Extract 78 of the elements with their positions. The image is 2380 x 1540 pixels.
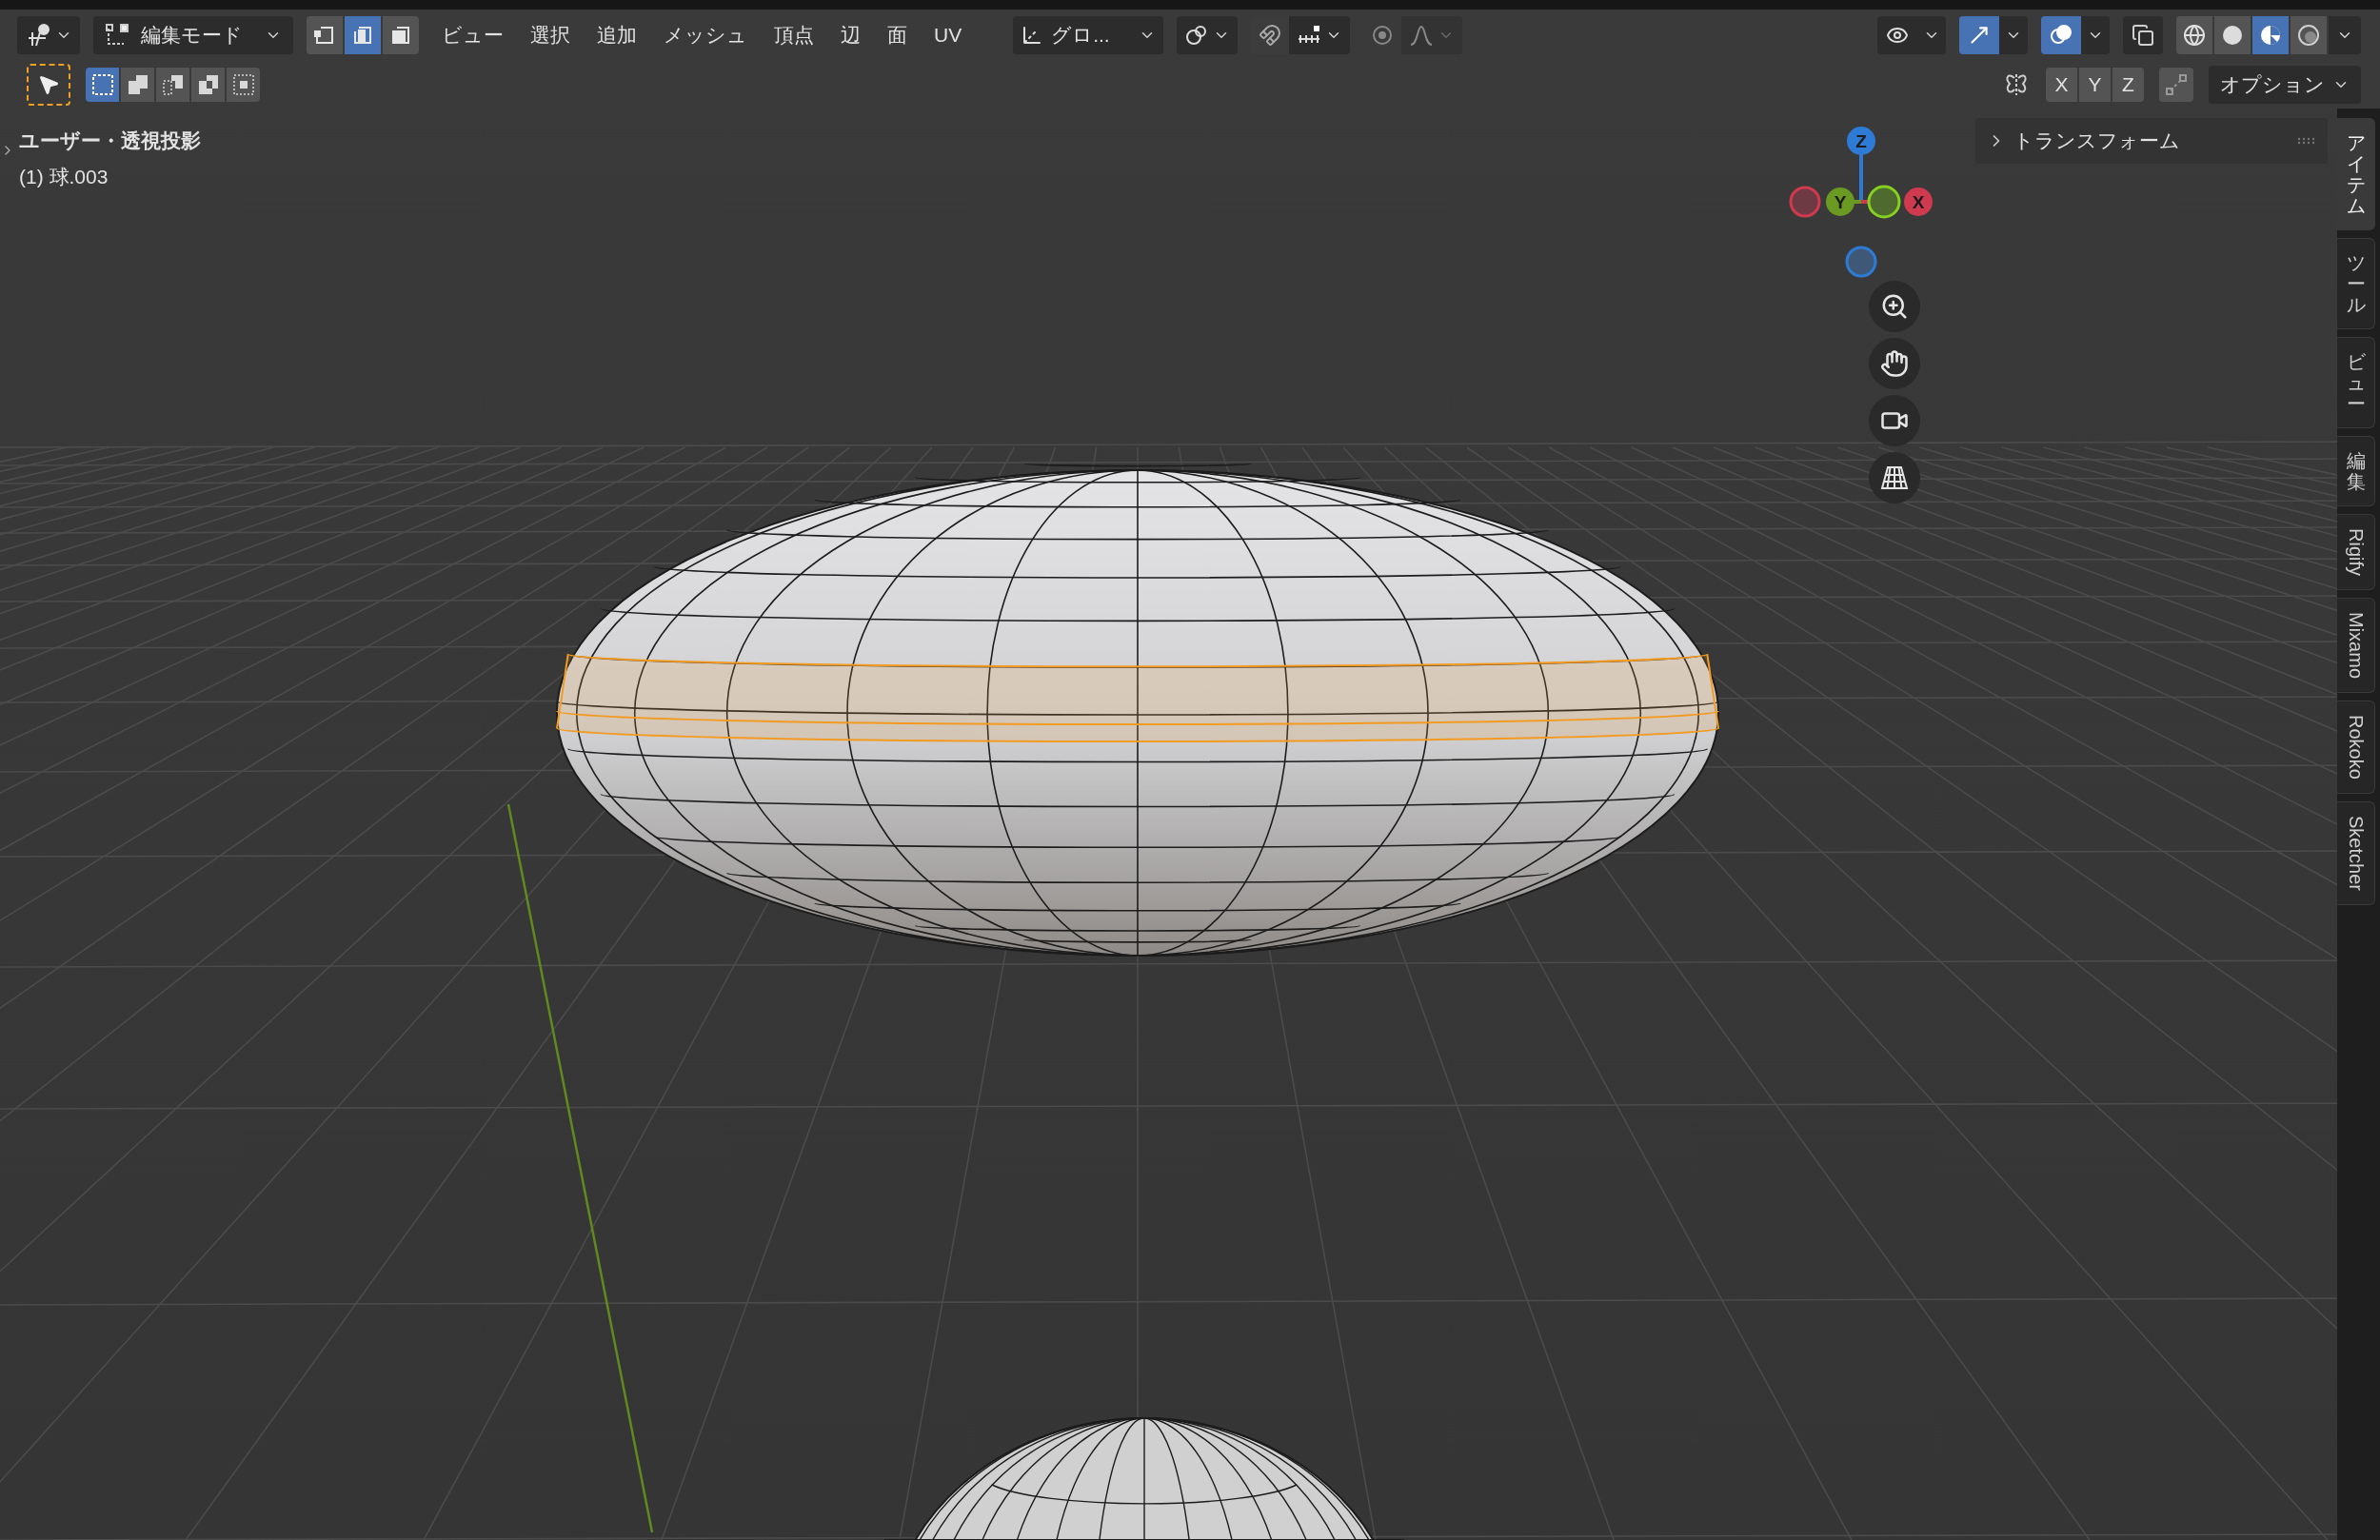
selection-mode-button[interactable]: [191, 68, 225, 102]
subtract-selection-icon: [160, 72, 186, 97]
mirror-axis-button[interactable]: Z: [2112, 68, 2144, 102]
proportional-circle-icon: [1371, 24, 1395, 47]
shading-mode-button[interactable]: [2252, 16, 2289, 54]
menu-item[interactable]: 追加: [597, 20, 637, 50]
sidebar-tab[interactable]: Rigify: [2337, 514, 2375, 590]
shading-mode-button[interactable]: [2214, 16, 2251, 54]
toggle-dropdown[interactable]: [1917, 16, 1946, 54]
intersect-selection-icon: [230, 72, 256, 97]
axis-gizmo[interactable]: Z Y X: [1766, 114, 1956, 295]
selection-mode-button[interactable]: [86, 68, 119, 102]
cursor-icon: [37, 73, 60, 96]
edge-select-icon: [351, 24, 374, 47]
perspective-grid-icon: [1880, 464, 1909, 491]
select-mode-button[interactable]: [307, 16, 343, 54]
view-name: ユーザー・透視投影: [19, 128, 201, 153]
select-mode-button[interactable]: [345, 16, 381, 54]
menu-item[interactable]: ビュー: [442, 20, 504, 50]
editor-type-button[interactable]: [17, 16, 80, 54]
menu-item[interactable]: 面: [887, 20, 907, 50]
vertex-select-icon: [313, 24, 336, 47]
xray-squares-icon: [2132, 24, 2154, 47]
selection-mode-button[interactable]: [156, 68, 189, 102]
sidebar-tab[interactable]: Rokoko: [2337, 701, 2375, 794]
hand-icon: [1880, 349, 1909, 378]
object-name: (1) 球.003: [19, 164, 109, 189]
mirror-axis-button[interactable]: Y: [2079, 68, 2111, 102]
sidebar-tab[interactable]: ツール: [2337, 238, 2375, 329]
axis-ball[interactable]: X: [1904, 188, 1933, 216]
menu-item[interactable]: メッシュ: [664, 20, 747, 50]
selection-mode-button[interactable]: [227, 68, 260, 102]
sidebar-tab[interactable]: 編集: [2337, 436, 2375, 506]
menu-item[interactable]: 頂点: [774, 20, 814, 50]
face-select-icon: [389, 24, 412, 47]
menu-item[interactable]: UV: [934, 20, 962, 50]
pivot-dropdown[interactable]: [1177, 16, 1239, 54]
shading-mode-button[interactable]: [2176, 16, 2212, 54]
solid-sphere-icon: [2221, 24, 2244, 47]
panel-header[interactable]: トランスフォーム: [1975, 118, 2328, 164]
magnet-icon: [1259, 24, 1282, 47]
selection-mode-button[interactable]: [121, 68, 154, 102]
rendered-sphere-icon: [2297, 24, 2320, 47]
mirror-axis-button[interactable]: X: [2046, 68, 2077, 102]
wireframe-sphere-icon: [2183, 24, 2206, 47]
auto-merge-toggle[interactable]: [2159, 68, 2193, 102]
viewport-toggle[interactable]: [2041, 16, 2081, 54]
shading-mode-button[interactable]: [2291, 16, 2327, 54]
falloff-dropdown[interactable]: [1401, 16, 1463, 54]
negative-y-axis-ball[interactable]: [1867, 185, 1901, 219]
drag-handle-icon: [2297, 137, 2316, 145]
mode-dropdown[interactable]: 編集モード: [93, 16, 293, 54]
sidebar-tab[interactable]: アイテム: [2337, 118, 2375, 230]
viewport-toggle[interactable]: [1959, 16, 1999, 54]
axis-ball[interactable]: Z: [1847, 127, 1875, 155]
falloff-curve-icon: [1409, 24, 1435, 47]
material-sphere-icon: [2259, 24, 2282, 47]
sidebar-tab[interactable]: Mixamo: [2337, 598, 2375, 694]
sidebar-tab[interactable]: ビュー: [2337, 337, 2375, 428]
menu-item[interactable]: 選択: [530, 20, 570, 50]
box-select-icon: [89, 72, 115, 97]
axis-ball[interactable]: Y: [1826, 188, 1854, 216]
options-dropdown[interactable]: オプション: [2209, 66, 2361, 104]
zoom-icon: [1880, 292, 1909, 321]
negative-x-axis-ball[interactable]: [1789, 186, 1821, 218]
viewport-toggle[interactable]: [1877, 16, 1917, 54]
negative-z-axis-ball[interactable]: [1845, 246, 1877, 278]
viewport-toggle[interactable]: [2123, 16, 2163, 54]
select-tool-button[interactable]: [27, 64, 70, 106]
orientation-dropdown[interactable]: グロ...: [1013, 16, 1164, 54]
menu-item[interactable]: 辺: [841, 20, 861, 50]
edit-mode-icon: [105, 23, 129, 48]
select-mode-button[interactable]: [383, 16, 419, 54]
toggle-dropdown[interactable]: [1999, 16, 2028, 54]
snap-dropdown[interactable]: [1289, 16, 1351, 54]
toggle-dropdown[interactable]: [2081, 16, 2110, 54]
sidebar-tab[interactable]: Sketcher: [2337, 800, 2375, 905]
merge-vertices-icon: [2165, 73, 2188, 96]
